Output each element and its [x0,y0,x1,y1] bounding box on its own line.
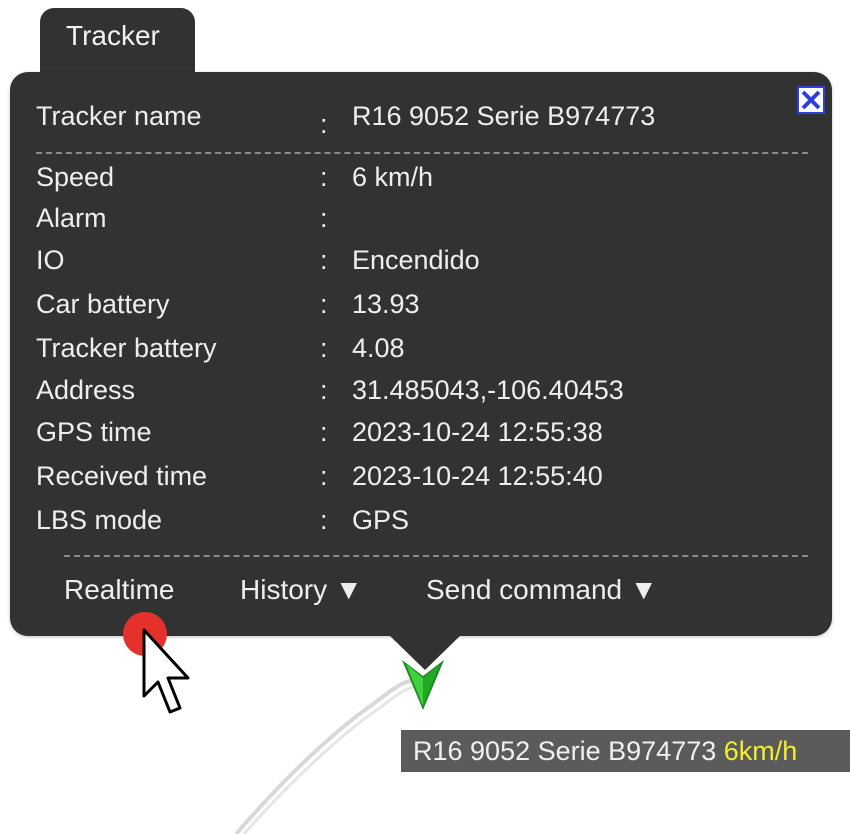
info-value: 4.08 [352,333,405,363]
popup-pointer [388,634,462,670]
info-label: Tracker battery [36,333,217,363]
info-label: Alarm [36,203,107,233]
info-label: Car battery [36,289,170,319]
history-dropdown[interactable]: History ▼ [240,572,363,608]
info-label: Speed [36,162,115,192]
vehicle-label-name: R16 9052 Serie B974773 [413,736,717,766]
info-row-speed: Speed : 6 km/h [36,159,806,195]
popup-tab-tracker[interactable]: Tracker [40,8,195,82]
info-row-tracker-battery: Tracker battery : 4.08 [36,330,806,366]
info-separator: : [320,333,328,363]
info-label: IO [36,245,65,275]
info-row-lbs-mode: LBS mode : GPS [36,502,806,538]
info-value: 6 km/h [352,162,434,192]
info-value: 2023-10-24 12:55:40 [352,461,603,491]
info-value: R16 9052 Serie B974773 [352,101,656,131]
divider [64,555,808,557]
vehicle-label-speed: 6km/h [723,736,798,766]
info-label: LBS mode [36,505,163,535]
info-separator: : [320,203,328,233]
vehicle-map-label[interactable]: R16 9052 Serie B974773 6km/h [401,730,850,772]
realtime-link[interactable]: Realtime [64,572,174,608]
info-label: Received time [36,461,208,491]
info-label: Address [36,375,136,405]
info-separator: : [320,375,328,405]
mouse-cursor-icon [140,628,196,725]
info-row-tracker-name: Tracker name : R16 9052 Serie B974773 [36,98,806,139]
info-separator: : [320,245,328,275]
info-value: 31.485043,-106.40453 [352,375,624,405]
route-track-line-alt [242,684,419,834]
info-separator: : [320,109,328,139]
send-command-dropdown[interactable]: Send command ▼ [426,572,658,608]
info-row-alarm: Alarm : [36,200,806,236]
info-row-received-time: Received time : 2023-10-24 12:55:40 [36,458,806,494]
info-separator: : [320,461,328,491]
info-value: 2023-10-24 12:55:38 [352,417,603,447]
info-separator: : [320,417,328,447]
info-row-car-battery: Car battery : 13.93 [36,286,806,322]
popup-tab-title: Tracker [66,20,160,51]
info-row-gps-time: GPS time : 2023-10-24 12:55:38 [36,414,806,450]
info-label: Tracker name [36,101,202,131]
info-value: Encendido [352,245,480,275]
info-value: 13.93 [352,289,420,319]
info-separator: : [320,505,328,535]
info-separator: : [320,162,328,192]
info-label: GPS time [36,417,152,447]
divider [36,152,808,154]
info-row-address: Address : 31.485043,-106.40453 [36,372,806,408]
info-separator: : [320,289,328,319]
info-value: GPS [352,505,410,535]
info-row-io: IO : Encendido [36,242,806,278]
